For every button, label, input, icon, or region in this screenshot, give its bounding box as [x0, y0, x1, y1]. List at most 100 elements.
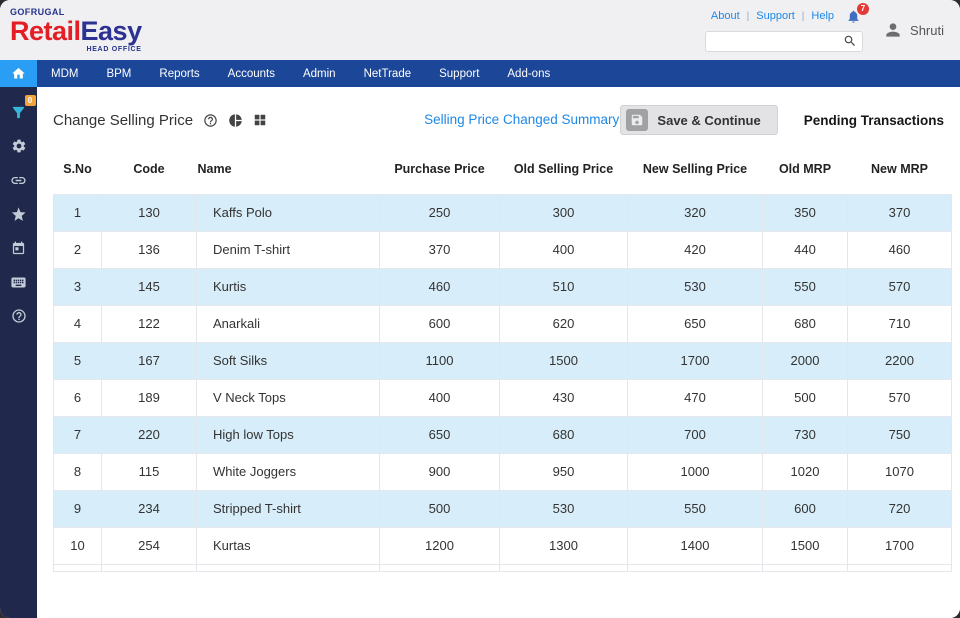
table-cell: 1070 — [847, 452, 952, 491]
table-cell: 700 — [627, 415, 763, 454]
table-cell: 650 — [379, 415, 500, 454]
table-row[interactable]: 1 130 Kaffs Polo 250 300 320 350 370 — [53, 193, 952, 232]
header-right: About | Support | Help 7 Shruti — [705, 2, 944, 52]
header-link-about[interactable]: About — [711, 10, 740, 22]
table-cell: 167 — [101, 341, 197, 380]
pie-chart-button[interactable] — [228, 113, 243, 128]
table-row[interactable]: 5 167 Soft Silks 1100 1500 1700 2000 2200 — [53, 341, 952, 380]
table-cell: 2200 — [847, 341, 952, 380]
table-row[interactable]: 10 254 Kurtas 1200 1300 1400 1500 1700 — [53, 526, 952, 565]
notifications-button[interactable]: 7 — [846, 2, 870, 24]
table-cell: 130 — [101, 193, 197, 232]
table-row[interactable]: 6 189 V Neck Tops 400 430 470 500 570 — [53, 378, 952, 417]
column-header: Name — [196, 145, 380, 194]
main-nav: MDM BPM Reports Accounts Admin NetTrade Suppor… — [0, 60, 960, 87]
table-cell: Kurtis — [196, 267, 380, 306]
user-menu[interactable]: Shruti — [883, 20, 944, 40]
table-cell: 2000 — [762, 341, 848, 380]
header-link-support[interactable]: Support — [756, 10, 795, 22]
table-cell: 460 — [847, 230, 952, 269]
save-button-label: Save & Continue — [657, 112, 761, 128]
sidebar-calendar-button[interactable] — [9, 238, 29, 258]
page-title: Change Selling Price — [53, 111, 194, 129]
table-stub-cell — [847, 563, 952, 572]
header-right-column: About | Support | Help 7 — [705, 2, 870, 52]
table-row[interactable]: 3 145 Kurtis 460 510 530 550 570 — [53, 267, 952, 306]
filter-badge: 0 — [24, 95, 36, 106]
sidebar-help-button[interactable] — [9, 306, 29, 326]
table-cell: 1100 — [379, 341, 500, 380]
link-separator: | — [746, 10, 750, 22]
nav-item-support[interactable]: Support — [425, 60, 493, 87]
nav-item-reports[interactable]: Reports — [145, 60, 213, 87]
table-cell: 550 — [762, 267, 848, 306]
table-stub-cell — [53, 563, 102, 572]
table-cell: 6 — [53, 378, 102, 417]
sidebar-settings-button[interactable] — [9, 136, 29, 156]
table-cell: 750 — [847, 415, 952, 454]
grid-view-button[interactable] — [253, 113, 267, 127]
table-cell: 500 — [379, 489, 500, 528]
table-cell: 320 — [627, 193, 763, 232]
table-cell: 122 — [101, 304, 197, 343]
table-row[interactable]: 8 115 White Joggers 900 950 1000 1020 1070 — [53, 452, 952, 491]
table-cell: 530 — [499, 489, 628, 528]
table-row[interactable]: 2 136 Denim T-shirt 370 400 420 440 460 — [53, 230, 952, 269]
table-cell: 440 — [762, 230, 848, 269]
nav-item-admin[interactable]: Admin — [289, 60, 350, 87]
table-cell: 1500 — [499, 341, 628, 380]
table-row[interactable]: 4 122 Anarkali 600 620 650 680 710 — [53, 304, 952, 343]
grid-icon — [254, 114, 266, 126]
table-cell: 254 — [101, 526, 197, 565]
nav-home-button[interactable] — [0, 60, 37, 87]
table-cell: 1200 — [379, 526, 500, 565]
table-cell: 370 — [379, 230, 500, 269]
table-cell: Kaffs Polo — [196, 193, 380, 232]
header-links-row: About | Support | Help 7 — [711, 2, 870, 24]
summary-link[interactable]: Selling Price Changed Summary — [424, 112, 619, 127]
table-row[interactable]: 9 234 Stripped T-shirt 500 530 550 600 720 — [53, 489, 952, 528]
table-cell: 234 — [101, 489, 197, 528]
table-cell: 189 — [101, 378, 197, 417]
table-cell: 950 — [499, 452, 628, 491]
table-cell: 370 — [847, 193, 952, 232]
nav-item-bpm[interactable]: BPM — [92, 60, 145, 87]
search-icon[interactable] — [838, 34, 862, 48]
link-separator: | — [801, 10, 805, 22]
table-cell: Kurtas — [196, 526, 380, 565]
nav-item-mdm[interactable]: MDM — [37, 60, 92, 87]
table-cell: 500 — [762, 378, 848, 417]
header-link-help[interactable]: Help — [811, 10, 834, 22]
table-cell: 550 — [627, 489, 763, 528]
table-cell: 460 — [379, 267, 500, 306]
save-continue-button[interactable]: Save & Continue — [620, 105, 778, 135]
sidebar-favorites-button[interactable] — [9, 204, 29, 224]
title-group: Change Selling Price — [53, 112, 353, 129]
title-help-button[interactable] — [203, 113, 218, 128]
table-row[interactable]: 7 220 High low Tops 650 680 700 730 750 — [53, 415, 952, 454]
table-cell: 7 — [53, 415, 102, 454]
left-sidebar: 0 — [0, 87, 37, 618]
price-table: S.No Code Name Purchase Price Old Selling Pr… — [53, 145, 952, 572]
sidebar-keyboard-button[interactable] — [9, 272, 29, 292]
column-header: Code — [101, 145, 197, 194]
sidebar-links-button[interactable] — [9, 170, 29, 190]
nav-item-accounts[interactable]: Accounts — [214, 60, 289, 87]
nav-item-add-ons[interactable]: Add-ons — [493, 60, 564, 87]
table-body: 1 130 Kaffs Polo 250 300 320 350 370 2 136 Denim T… — [53, 193, 952, 565]
sidebar-filter-button[interactable]: 0 — [9, 95, 36, 122]
pending-transactions-label[interactable]: Pending Transactions — [804, 113, 944, 128]
search-box — [705, 30, 864, 52]
table-header-row: S.No Code Name Purchase Price Old Selling Pr… — [53, 145, 952, 194]
table-stub-cell — [762, 563, 848, 572]
column-header: New Selling Price — [627, 145, 763, 194]
header-links: About | Support | Help — [711, 10, 834, 22]
table-cell: Anarkali — [196, 304, 380, 343]
calendar-icon — [12, 241, 25, 254]
keyboard-icon — [11, 277, 26, 287]
search-input[interactable] — [706, 34, 839, 48]
table-cell: 5 — [53, 341, 102, 380]
nav-item-nettrade[interactable]: NetTrade — [350, 60, 426, 87]
app-window: GOFRUGAL RetailEasy HEAD OFFICE About | Su… — [0, 0, 960, 618]
brand-retail: Retail — [10, 15, 81, 46]
